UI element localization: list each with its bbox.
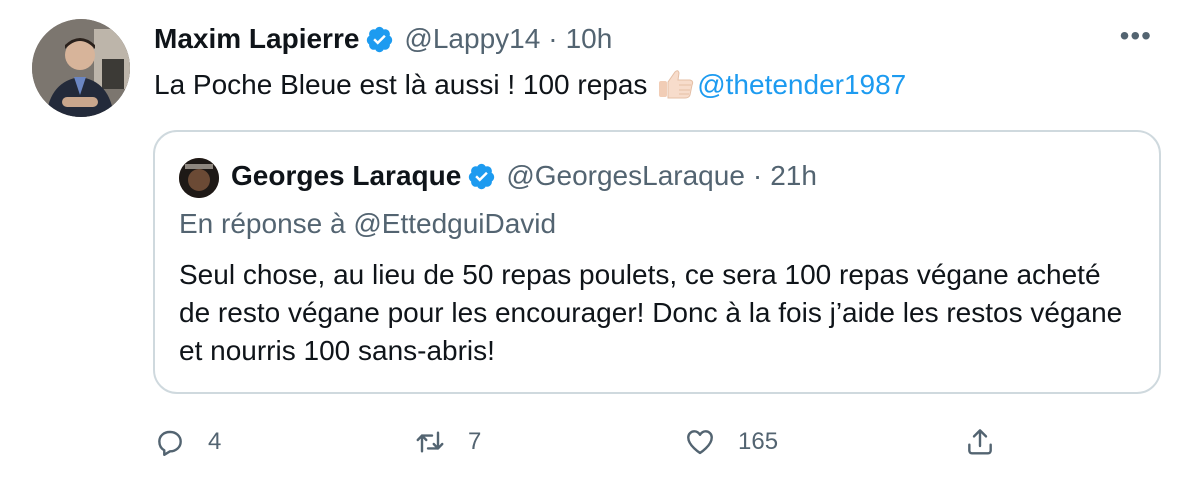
tweet-header: Maxim Lapierre @Lappy14 · 10h (154, 22, 612, 56)
reply-context: En réponse à @EttedguiDavid (179, 208, 557, 239)
reply-count: 4 (208, 428, 222, 455)
quoted-tweet-header: Georges Laraque @GeorgesLaraque · 21h (231, 160, 817, 192)
quoted-author-name[interactable]: Georges Laraque (231, 160, 461, 192)
thumbs-up-icon (659, 70, 694, 99)
separator-dot: · (548, 23, 558, 54)
retweet-icon (416, 431, 444, 453)
reply-button[interactable]: 4 (154, 420, 221, 464)
share-icon (968, 429, 992, 455)
author-handle[interactable]: @Lappy14 (404, 23, 540, 55)
author-name[interactable]: Maxim Lapierre (154, 23, 359, 55)
like-button[interactable]: 165 (684, 420, 778, 464)
heart-icon (687, 430, 713, 455)
quoted-tweet[interactable]: Georges Laraque @GeorgesLaraque · 21h En… (153, 130, 1161, 394)
share-button[interactable] (964, 420, 996, 464)
tweet-timestamp[interactable]: 10h (566, 23, 613, 55)
mention-link[interactable]: @thetender1987 (697, 69, 906, 100)
retweet-button[interactable]: 7 (414, 420, 481, 464)
retweet-count: 7 (468, 428, 482, 455)
separator-dot: · (752, 160, 763, 191)
verified-badge-icon (469, 163, 495, 189)
like-count: 165 (738, 428, 779, 455)
tweet-body: La Poche Bleue est là aussi ! 100 repas (154, 69, 648, 100)
more-options-button[interactable]: ••• (1120, 22, 1152, 50)
reply-icon (158, 430, 182, 456)
quoted-tweet-timestamp: 21h (770, 160, 817, 191)
author-avatar[interactable] (32, 19, 130, 117)
quoted-author-avatar[interactable] (179, 158, 219, 198)
quoted-tweet-text: Seul chose, au lieu de 50 repas poulets,… (179, 259, 1123, 366)
verified-badge-icon (367, 26, 393, 52)
action-bar: 4 7 165 (152, 420, 1012, 464)
quoted-author-handle[interactable]: @GeorgesLaraque (506, 160, 745, 192)
tweet-text: La Poche Bleue est là aussi ! 100 repas … (154, 66, 906, 104)
